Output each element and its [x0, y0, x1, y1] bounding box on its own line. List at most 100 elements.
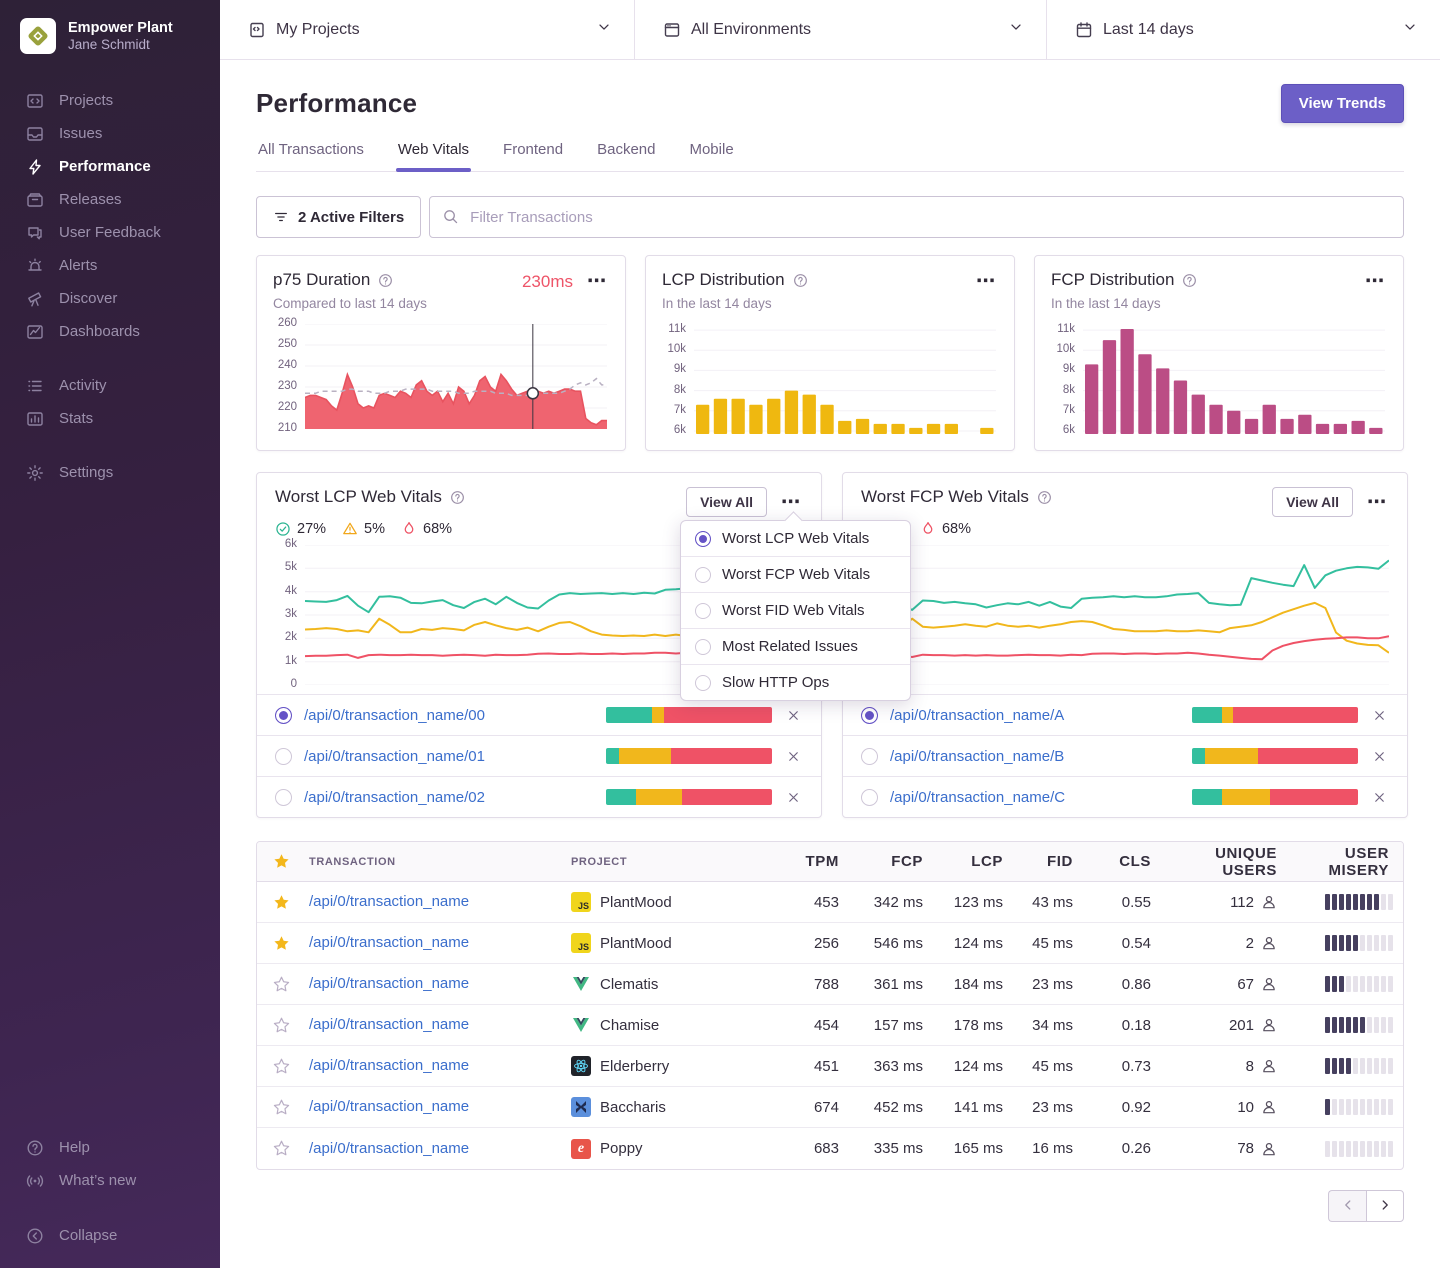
previous-page-button[interactable] — [1328, 1190, 1366, 1222]
project-cell[interactable]: Clematis — [563, 974, 781, 994]
column-header-fid[interactable]: FID — [1011, 853, 1081, 870]
transaction-link[interactable]: /api/0/transaction_name — [309, 934, 469, 951]
transaction-link[interactable]: /api/0/transaction_name/C — [890, 789, 1180, 806]
help-icon[interactable] — [793, 273, 808, 288]
view-trends-button[interactable]: View Trends — [1281, 84, 1404, 123]
help-icon[interactable] — [450, 490, 465, 505]
help-icon[interactable] — [378, 273, 393, 288]
filter-transactions-input[interactable] — [429, 196, 1404, 238]
next-page-button[interactable] — [1366, 1190, 1404, 1222]
transaction-radio[interactable] — [275, 748, 292, 765]
transaction-link[interactable]: /api/0/transaction_name/01 — [304, 748, 594, 765]
lcp-more-options-button[interactable]: ⋯ — [974, 270, 998, 293]
transaction-link[interactable]: /api/0/transaction_name — [309, 1057, 469, 1074]
column-header-unique-users[interactable]: UNIQUE USERS — [1159, 845, 1285, 879]
remove-transaction-button[interactable] — [1370, 706, 1389, 725]
column-header-transaction[interactable]: TRANSACTION — [301, 856, 563, 868]
star-outline-icon[interactable] — [257, 1099, 301, 1116]
menu-option-worst-fcp-web-vitals[interactable]: Worst FCP Web Vitals — [681, 557, 910, 593]
menu-option-radio[interactable] — [695, 603, 711, 619]
transaction-link[interactable]: /api/0/transaction_name — [309, 975, 469, 992]
star-filled-icon[interactable] — [257, 935, 301, 952]
transaction-link[interactable]: /api/0/transaction_name/02 — [304, 789, 594, 806]
sidebar-item-alerts[interactable]: Alerts — [0, 249, 220, 282]
transaction-link[interactable]: /api/0/transaction_name/B — [890, 748, 1180, 765]
remove-transaction-button[interactable] — [1370, 747, 1389, 766]
menu-option-radio[interactable] — [695, 639, 711, 655]
menu-option-radio[interactable] — [695, 567, 711, 583]
transaction-link[interactable]: /api/0/transaction_name/00 — [304, 707, 594, 724]
sidebar-item-activity[interactable]: Activity — [0, 369, 220, 402]
tab-all-transactions[interactable]: All Transactions — [256, 141, 366, 171]
tab-web-vitals[interactable]: Web Vitals — [396, 141, 471, 171]
sidebar-item-what-s-new[interactable]: What’s new — [0, 1164, 220, 1197]
tab-mobile[interactable]: Mobile — [687, 141, 735, 171]
project-cell[interactable]: Elderberry — [563, 1056, 781, 1076]
remove-transaction-button[interactable] — [784, 747, 803, 766]
project-cell[interactable]: JSPlantMood — [563, 892, 781, 912]
project-selector[interactable]: My Projects — [220, 0, 635, 59]
menu-option-worst-fid-web-vitals[interactable]: Worst FID Web Vitals — [681, 593, 910, 629]
sidebar-item-settings[interactable]: Settings — [0, 456, 220, 489]
project-cell[interactable]: Baccharis — [563, 1097, 781, 1117]
sidebar-item-discover[interactable]: Discover — [0, 282, 220, 315]
transaction-radio[interactable] — [861, 707, 878, 724]
sidebar-item-user-feedback[interactable]: User Feedback — [0, 216, 220, 249]
p75-more-options-button[interactable]: ⋯ — [585, 270, 609, 293]
transaction-radio[interactable] — [275, 707, 292, 724]
column-header-lcp[interactable]: LCP — [931, 853, 1011, 870]
sidebar-item-issues[interactable]: Issues — [0, 117, 220, 150]
menu-option-radio[interactable] — [695, 531, 711, 547]
tab-frontend[interactable]: Frontend — [501, 141, 565, 171]
remove-transaction-button[interactable] — [784, 788, 803, 807]
sidebar-item-collapse[interactable]: Collapse — [0, 1219, 220, 1252]
project-cell[interactable]: ePoppy — [563, 1139, 781, 1159]
menu-option-most-related-issues[interactable]: Most Related Issues — [681, 629, 910, 665]
transaction-radio[interactable] — [861, 789, 878, 806]
column-header-fcp[interactable]: FCP — [847, 853, 931, 870]
project-cell[interactable]: JSPlantMood — [563, 933, 781, 953]
menu-option-radio[interactable] — [695, 675, 711, 691]
transaction-link[interactable]: /api/0/transaction_name — [309, 893, 469, 910]
star-outline-icon[interactable] — [257, 976, 301, 993]
org-switcher[interactable]: Empower Plant Jane Schmidt — [0, 0, 220, 74]
star-column-header[interactable] — [257, 853, 301, 870]
transaction-link[interactable]: /api/0/transaction_name — [309, 1140, 469, 1157]
menu-option-worst-lcp-web-vitals[interactable]: Worst LCP Web Vitals — [681, 521, 910, 557]
view-all-button[interactable]: View All — [1272, 487, 1353, 517]
environment-selector[interactable]: All Environments — [635, 0, 1047, 59]
remove-transaction-button[interactable] — [784, 706, 803, 725]
daterange-selector[interactable]: Last 14 days — [1047, 0, 1440, 59]
sidebar-item-dashboards[interactable]: Dashboards — [0, 315, 220, 348]
worst-fcp-more-options-button[interactable]: ⋯ — [1365, 491, 1389, 514]
column-header-project[interactable]: PROJECT — [563, 856, 781, 868]
worst-lcp-more-options-button[interactable]: ⋯ — [779, 491, 803, 514]
star-outline-icon[interactable] — [257, 1017, 301, 1034]
star-filled-icon[interactable] — [257, 894, 301, 911]
sidebar-item-releases[interactable]: Releases — [0, 183, 220, 216]
sidebar-item-performance[interactable]: Performance — [0, 150, 220, 183]
sidebar-item-projects[interactable]: Projects — [0, 84, 220, 117]
column-header-user-misery[interactable]: USER MISERY — [1285, 845, 1403, 879]
p75-card-subtitle: Compared to last 14 days — [273, 296, 609, 311]
column-header-tpm[interactable]: TPM — [781, 853, 847, 870]
tab-backend[interactable]: Backend — [595, 141, 657, 171]
transaction-link[interactable]: /api/0/transaction_name — [309, 1016, 469, 1033]
remove-transaction-button[interactable] — [1370, 788, 1389, 807]
sidebar-item-stats[interactable]: Stats — [0, 402, 220, 435]
fcp-more-options-button[interactable]: ⋯ — [1363, 270, 1387, 293]
transaction-radio[interactable] — [275, 789, 292, 806]
transaction-radio[interactable] — [861, 748, 878, 765]
column-header-cls[interactable]: CLS — [1081, 853, 1159, 870]
help-icon[interactable] — [1037, 490, 1052, 505]
star-outline-icon[interactable] — [257, 1058, 301, 1075]
project-cell[interactable]: Chamise — [563, 1015, 781, 1035]
menu-option-slow-http-ops[interactable]: Slow HTTP Ops — [681, 665, 910, 700]
star-outline-icon[interactable] — [257, 1140, 301, 1157]
transaction-link[interactable]: /api/0/transaction_name — [309, 1098, 469, 1115]
transaction-link[interactable]: /api/0/transaction_name/A — [890, 707, 1180, 724]
sidebar-item-help[interactable]: Help — [0, 1131, 220, 1164]
active-filters-button[interactable]: 2 Active Filters — [256, 196, 421, 238]
help-icon[interactable] — [1182, 273, 1197, 288]
view-all-button[interactable]: View All — [686, 487, 767, 517]
